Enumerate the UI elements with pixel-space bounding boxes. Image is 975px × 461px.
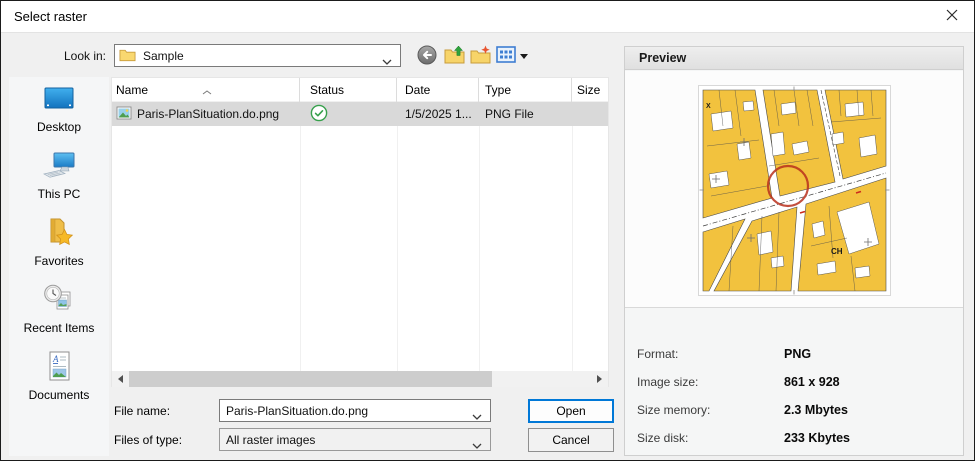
scroll-left-icon bbox=[118, 375, 123, 383]
select-raster-dialog: Select raster Look in: Sample bbox=[0, 0, 975, 461]
detail-row-image-size: Image size: 861 x 928 bbox=[637, 375, 953, 391]
sort-ascending-icon bbox=[202, 79, 212, 103]
column-divider bbox=[479, 102, 480, 371]
open-button[interactable]: Open bbox=[528, 399, 614, 423]
look-in-combobox[interactable]: Sample bbox=[114, 44, 401, 67]
detail-row-format: Format: PNG bbox=[637, 347, 953, 363]
column-divider bbox=[300, 102, 301, 371]
sidebar-item-label: Documents bbox=[29, 388, 90, 402]
desktop-icon bbox=[42, 82, 76, 118]
scroll-right-button[interactable] bbox=[591, 371, 608, 387]
chevron-down-icon bbox=[382, 54, 392, 68]
column-header-name[interactable]: Name bbox=[112, 78, 300, 102]
preview-header: Preview bbox=[625, 47, 963, 70]
file-name-combobox[interactable]: Paris-PlanSituation.do.png bbox=[219, 399, 491, 422]
column-header-date[interactable]: Date bbox=[397, 78, 479, 102]
folder-icon bbox=[119, 47, 136, 65]
close-icon bbox=[946, 9, 958, 24]
file-date-cell: 1/5/2025 1... bbox=[405, 102, 479, 126]
chevron-down-icon bbox=[472, 409, 482, 423]
list-header: Name Status Date Type Size bbox=[112, 78, 608, 102]
file-list: Name Status Date Type Size bbox=[111, 77, 609, 387]
cadastral-map: X CH bbox=[699, 86, 890, 295]
column-header-status[interactable]: Status bbox=[300, 78, 397, 102]
scroll-left-button[interactable] bbox=[112, 371, 129, 387]
file-row-selected[interactable]: Paris-PlanSituation.do.png 1/5/2025 1...… bbox=[112, 102, 608, 126]
favorites-icon bbox=[42, 216, 76, 252]
views-icon bbox=[496, 46, 516, 66]
horizontal-scrollbar bbox=[112, 371, 608, 387]
sidebar-item-recent-items[interactable]: Recent Items bbox=[9, 278, 109, 345]
sidebar-item-desktop[interactable]: Desktop bbox=[9, 77, 109, 144]
recent-items-icon bbox=[42, 283, 76, 319]
chevron-down-icon bbox=[472, 438, 482, 452]
column-divider bbox=[572, 102, 573, 371]
up-one-level-button[interactable] bbox=[442, 45, 466, 67]
views-caret-icon bbox=[520, 54, 528, 59]
file-status-cell bbox=[310, 102, 397, 126]
sidebar-item-label: Desktop bbox=[37, 120, 81, 134]
file-name-value: Paris-PlanSituation.do.png bbox=[226, 404, 368, 418]
file-type-cell: PNG File bbox=[485, 102, 572, 126]
preview-panel: Preview bbox=[624, 46, 964, 456]
files-of-type-combobox[interactable]: All raster images bbox=[219, 428, 491, 451]
preview-map-image: X CH bbox=[698, 85, 891, 296]
this-pc-icon bbox=[42, 149, 76, 185]
image-file-icon bbox=[116, 105, 132, 124]
files-of-type-label: Files of type: bbox=[114, 433, 182, 447]
dialog-title: Select raster bbox=[14, 1, 87, 32]
back-icon bbox=[417, 45, 437, 68]
sidebar-item-documents[interactable]: A Documents bbox=[9, 345, 109, 412]
detail-row-size-memory: Size memory: 2.3 Mbytes bbox=[637, 403, 953, 419]
svg-text:A: A bbox=[52, 354, 59, 364]
title-bar: Select raster bbox=[1, 1, 974, 33]
sidebar-item-label: This PC bbox=[38, 187, 81, 201]
documents-icon: A bbox=[42, 350, 76, 386]
file-size-cell bbox=[577, 102, 608, 126]
new-folder-button[interactable] bbox=[468, 45, 492, 67]
column-header-type[interactable]: Type bbox=[479, 78, 572, 102]
map-ch-label: CH bbox=[831, 247, 843, 256]
places-bar: Desktop This PC bbox=[9, 77, 109, 456]
detail-row-size-disk: Size disk: 233 Kbytes bbox=[637, 431, 953, 447]
map-mark-label: X bbox=[706, 103, 711, 110]
up-one-level-icon bbox=[444, 45, 465, 67]
new-folder-icon bbox=[470, 45, 491, 67]
scroll-right-icon bbox=[597, 375, 602, 383]
scrollbar-thumb[interactable] bbox=[129, 371, 492, 387]
files-of-type-value: All raster images bbox=[226, 433, 315, 447]
sidebar-item-label: Recent Items bbox=[24, 321, 95, 335]
look-in-value: Sample bbox=[143, 49, 184, 63]
sidebar-item-label: Favorites bbox=[34, 254, 83, 268]
sidebar-item-favorites[interactable]: Favorites bbox=[9, 211, 109, 278]
column-header-size[interactable]: Size bbox=[572, 78, 608, 102]
synced-check-icon bbox=[310, 104, 328, 125]
column-divider bbox=[397, 102, 398, 371]
look-in-label: Look in: bbox=[51, 49, 106, 63]
cancel-button[interactable]: Cancel bbox=[528, 428, 614, 452]
file-name-label: File name: bbox=[114, 404, 170, 418]
file-name-cell: Paris-PlanSituation.do.png bbox=[116, 102, 300, 126]
preview-image-box: X CH bbox=[625, 71, 963, 308]
sidebar-item-this-pc[interactable]: This PC bbox=[9, 144, 109, 211]
views-menu-button[interactable] bbox=[493, 45, 531, 67]
close-button[interactable] bbox=[929, 1, 974, 32]
back-button[interactable] bbox=[415, 45, 439, 67]
